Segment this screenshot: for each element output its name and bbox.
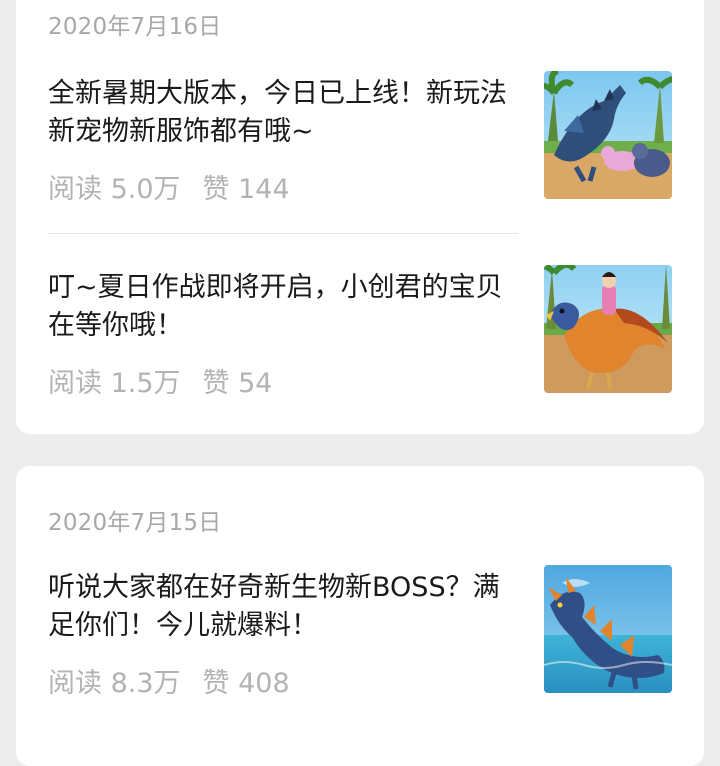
read-count: 阅读 5.0万 [48, 174, 181, 205]
article-item[interactable]: 全新暑期大版本，今日已上线！新玩法新宠物新服饰都有哦~ 阅读 5.0万赞 144 [48, 71, 688, 215]
article-group-card: 2020年7月15日 听说大家都在好奇新生物新BOSS？满足你们！今儿就爆料！ … [16, 466, 704, 766]
article-thumbnail[interactable] [544, 71, 672, 199]
article-meta: 阅读 1.5万赞 54 [48, 361, 272, 400]
article-thumbnail[interactable] [544, 565, 672, 693]
article-item[interactable]: 叮~夏日作战即将开启，小创君的宝贝在等你哦！ 阅读 1.5万赞 54 [48, 265, 688, 409]
publish-date: 2020年7月16日 [48, 14, 222, 40]
read-count: 阅读 8.3万 [48, 668, 181, 699]
dragon-beach-thumbnail-image [544, 71, 672, 199]
sea-dragon-thumbnail-image [544, 565, 672, 693]
like-count: 赞 408 [202, 668, 290, 699]
like-count: 赞 54 [202, 368, 273, 399]
article-group-card: 2020年7月16日 全新暑期大版本，今日已上线！新玩法新宠物新服饰都有哦~ 阅… [16, 0, 704, 434]
article-title[interactable]: 听说大家都在好奇新生物新BOSS？满足你们！今儿就爆料！ [48, 569, 518, 645]
orange-bird-thumbnail-image [544, 265, 672, 393]
article-item[interactable]: 听说大家都在好奇新生物新BOSS？满足你们！今儿就爆料！ 阅读 8.3万赞 40… [48, 565, 688, 709]
like-count: 赞 144 [202, 174, 290, 205]
divider [48, 233, 518, 234]
article-meta: 阅读 5.0万赞 144 [48, 167, 290, 206]
article-title[interactable]: 叮~夏日作战即将开启，小创君的宝贝在等你哦！ [48, 269, 518, 345]
publish-date: 2020年7月15日 [48, 510, 222, 536]
article-title[interactable]: 全新暑期大版本，今日已上线！新玩法新宠物新服饰都有哦~ [48, 75, 518, 151]
read-count: 阅读 1.5万 [48, 368, 181, 399]
article-meta: 阅读 8.3万赞 408 [48, 661, 290, 700]
article-thumbnail[interactable] [544, 265, 672, 393]
